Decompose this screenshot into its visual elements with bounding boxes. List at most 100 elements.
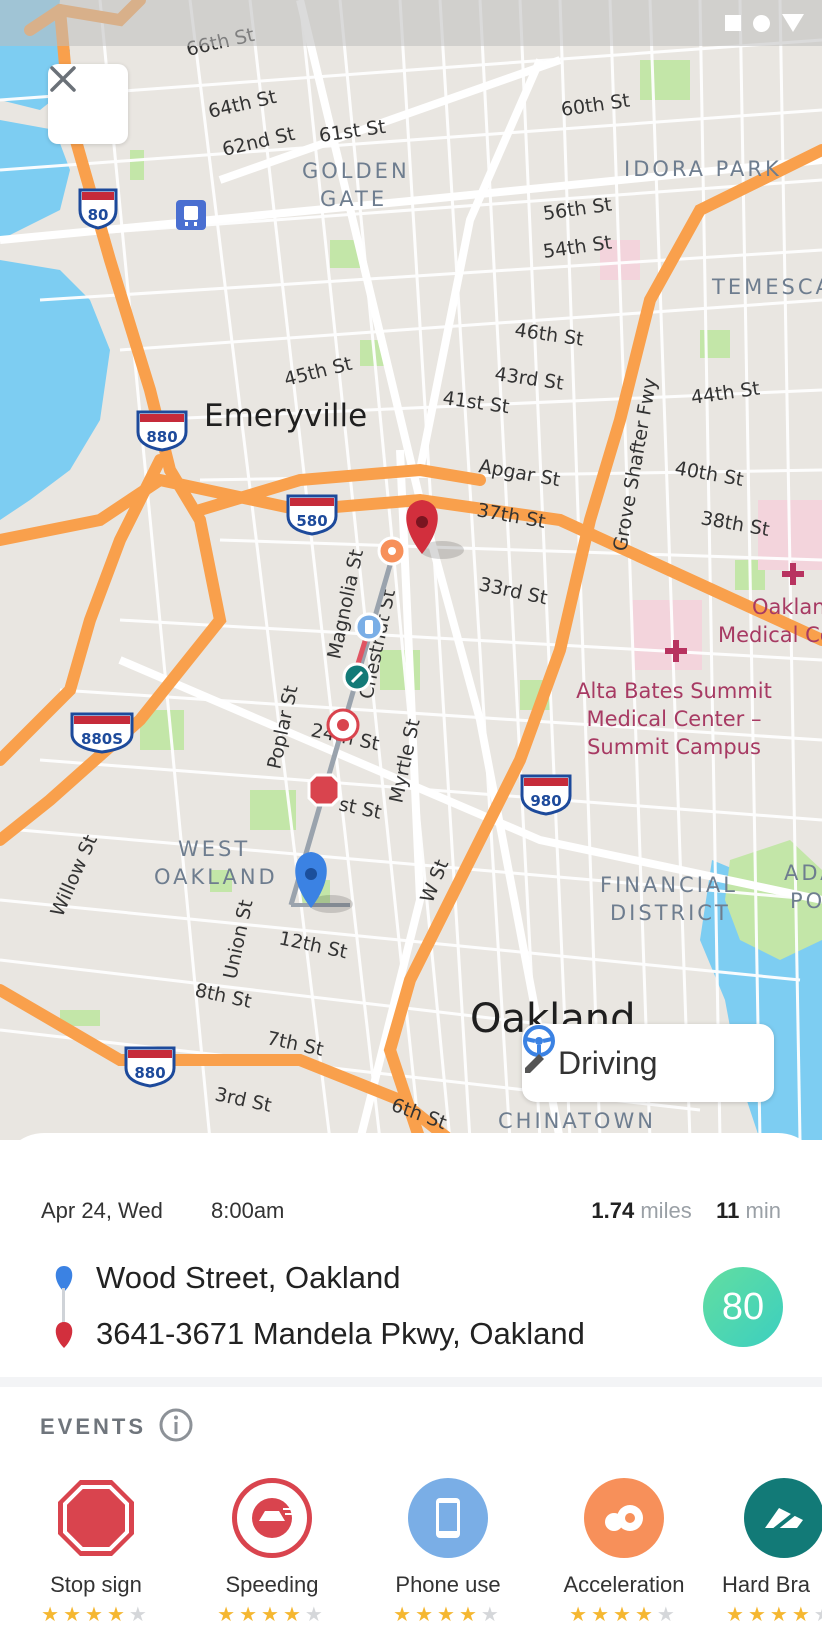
phone-icon: [408, 1478, 488, 1558]
triangle-icon: [782, 14, 804, 32]
map-view[interactable]: 80 880 580 880S 980 880 Emeryville GOLDE…: [0, 0, 822, 1140]
label-golden-gate-1: GOLDEN: [302, 159, 410, 183]
star-icon: ★: [769, 1602, 792, 1626]
star-icon: ★: [634, 1602, 657, 1626]
svg-text:580: 580: [296, 512, 327, 530]
trip-meta-row: Apr 24, Wed 8:00am 1.74 miles 11 min: [41, 1198, 781, 1232]
status-bar: [0, 0, 822, 46]
trip-time: 8:00am: [211, 1198, 285, 1223]
stop-sign-icon: [56, 1478, 136, 1558]
trip-mode-label: Driving: [558, 1044, 658, 1081]
label-financial-1: FINANCIAL: [600, 873, 738, 897]
star-icon: ★: [569, 1602, 592, 1626]
trip-distance-unit: miles: [640, 1198, 692, 1223]
shield-i80: 80: [78, 188, 118, 230]
events-section-title: EVENTS: [40, 1414, 147, 1439]
star-icon: ★: [63, 1602, 86, 1626]
map-marker-stop: [307, 773, 341, 807]
event-rating: ★★★★★: [8, 1602, 184, 1626]
event-label: Stop sign: [50, 1572, 142, 1597]
label-adams-point-2: PO: [790, 889, 822, 913]
star-icon: ★: [747, 1602, 770, 1626]
label-emeryville: Emeryville: [204, 398, 367, 434]
svg-text:880: 880: [134, 1064, 165, 1082]
event-label: Acceleration: [563, 1572, 685, 1597]
trip-mode-chip[interactable]: Driving: [522, 1024, 774, 1102]
star-icon: ★: [239, 1602, 262, 1626]
event-phone-use[interactable]: Phone use ★★★★★: [360, 1478, 536, 1646]
close-button[interactable]: [48, 64, 128, 144]
event-rating: ★★★★★: [360, 1602, 536, 1626]
star-icon: ★: [480, 1602, 503, 1626]
star-icon: ★: [726, 1602, 748, 1626]
event-rating: ★★★★★: [536, 1602, 712, 1626]
circle-icon: [753, 14, 770, 32]
label-financial-2: DISTRICT: [610, 901, 731, 925]
event-acceleration[interactable]: Acceleration ★★★★★: [536, 1478, 712, 1646]
trip-duration-unit: min: [745, 1198, 781, 1223]
label-idora-park: IDORA PARK: [624, 157, 782, 181]
svg-text:980: 980: [530, 792, 561, 810]
star-icon: ★: [656, 1602, 679, 1626]
star-icon: ★: [128, 1602, 151, 1626]
label-temescal: TEMESCA: [711, 275, 822, 299]
label-hospital-1b: Medical Center –: [587, 707, 762, 731]
star-icon: ★: [217, 1602, 240, 1626]
label-hospital-2b: Medical Ce: [718, 623, 822, 647]
star-icon: ★: [393, 1602, 416, 1626]
acceleration-icon: [584, 1478, 664, 1558]
star-icon: ★: [106, 1602, 129, 1626]
shield-i580: 580: [286, 494, 338, 536]
events-list[interactable]: Stop sign ★★★★★ Speeding ★★★★★ Phone use…: [0, 1478, 822, 1646]
map-marker-phone: [354, 612, 384, 642]
star-icon: ★: [458, 1602, 481, 1626]
map-canvas[interactable]: 80 880 580 880S 980 880 Emeryville GOLDE…: [0, 0, 822, 1140]
section-divider: [0, 1377, 822, 1387]
event-label: Speeding: [225, 1572, 319, 1597]
label-hospital-1c: Summit Campus: [587, 735, 761, 759]
label-hospital-2a: Oaklan: [752, 595, 822, 619]
star-icon: ★: [261, 1602, 283, 1626]
star-icon: ★: [437, 1602, 459, 1626]
star-icon: ★: [282, 1602, 305, 1626]
end-location-icon: [55, 1322, 73, 1348]
star-icon: ★: [814, 1602, 822, 1626]
speeding-car-icon: [232, 1478, 312, 1558]
shield-i880b: 880: [124, 1046, 176, 1088]
event-hard-brake[interactable]: Hard Bra ★★★★★: [712, 1478, 822, 1646]
svg-text:880S: 880S: [81, 730, 123, 748]
close-icon: [50, 66, 76, 92]
trip-stats: 1.74 miles 11 min: [591, 1198, 781, 1224]
map-marker-speeding: [326, 708, 360, 742]
event-rating: ★★★★★: [184, 1602, 360, 1626]
svg-text:880: 880: [146, 428, 177, 446]
star-icon: ★: [85, 1602, 107, 1626]
event-label: Phone use: [395, 1572, 501, 1597]
star-icon: ★: [613, 1602, 635, 1626]
trip-score-badge[interactable]: 80: [703, 1267, 783, 1347]
trip-date: Apr 24, Wed: [41, 1198, 163, 1223]
start-address: Wood Street, Oakland: [96, 1260, 401, 1295]
label-adams-point-1: ADA: [784, 861, 822, 885]
shield-i980: 980: [520, 774, 572, 816]
event-speeding[interactable]: Speeding ★★★★★: [184, 1478, 360, 1646]
info-icon[interactable]: [158, 1407, 194, 1443]
label-west-oakland-1: WEST: [178, 837, 250, 861]
star-icon: ★: [304, 1602, 327, 1626]
label-chinatown: CHINATOWN: [498, 1109, 656, 1133]
shield-i880: 880: [136, 410, 188, 452]
event-label: Hard Bra: [722, 1572, 811, 1597]
end-address: 3641-3671 Mandela Pkwy, Oakland: [96, 1316, 585, 1351]
hard-brake-icon: [744, 1478, 822, 1558]
label-hospital-1a: Alta Bates Summit: [576, 679, 772, 703]
event-rating: ★★★★★: [726, 1602, 822, 1626]
star-icon: ★: [41, 1602, 64, 1626]
square-icon: [725, 15, 741, 31]
train-station-icon[interactable]: [176, 200, 206, 230]
label-west-oakland-2: OAKLAND: [154, 865, 278, 889]
star-icon: ★: [591, 1602, 614, 1626]
pencil-icon[interactable]: [522, 1050, 548, 1076]
event-stop-sign[interactable]: Stop sign ★★★★★: [8, 1478, 184, 1646]
label-golden-gate-2: GATE: [320, 187, 387, 211]
trip-distance-value: 1.74: [591, 1198, 635, 1223]
